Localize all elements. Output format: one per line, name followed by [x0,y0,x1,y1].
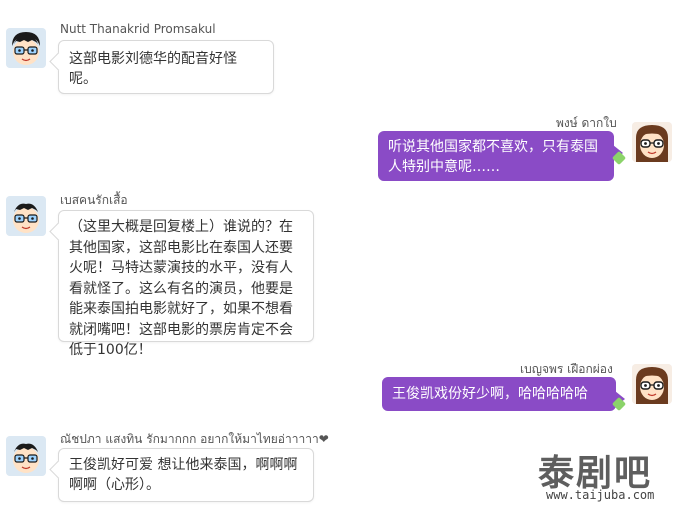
sender-name: เบสคนรักเสื้อ [60,193,128,207]
message-bubble: 王俊凯戏份好少啊，哈哈哈哈哈~~ [382,377,625,422]
sender-name: Nutt Thanakrid Promsakul [60,22,216,36]
girl-glasses-icon[interactable] [632,364,672,404]
boy-glasses-icon[interactable] [6,28,46,68]
watermark-logo: 泰剧吧 www.taijuba.com [538,444,670,506]
watermark-url: www.taijuba.com [546,488,655,502]
girl-glasses-icon[interactable] [632,122,672,162]
message-bubble: 王俊凯好可爱 想让他来泰国，啊啊啊啊啊（心形）。 [58,448,314,502]
sender-name: ณัชปภา แสงทิน รักมากกก อยากให้มาไทยอ่าาา… [60,432,329,446]
message-bubble: 听说其他国家都不喜欢，只有泰国人特别中意呢…… [378,131,623,181]
boy-glasses-icon[interactable] [6,196,46,236]
message-bubble: （这里大概是回复楼上）谁说的？在其他国家，这部电影比在泰国人还要火呢！马特达蒙演… [58,210,314,358]
boy-glasses-icon[interactable] [6,436,46,476]
message-bubble: 这部电影刘德华的配音好怪呢。 [58,40,274,94]
